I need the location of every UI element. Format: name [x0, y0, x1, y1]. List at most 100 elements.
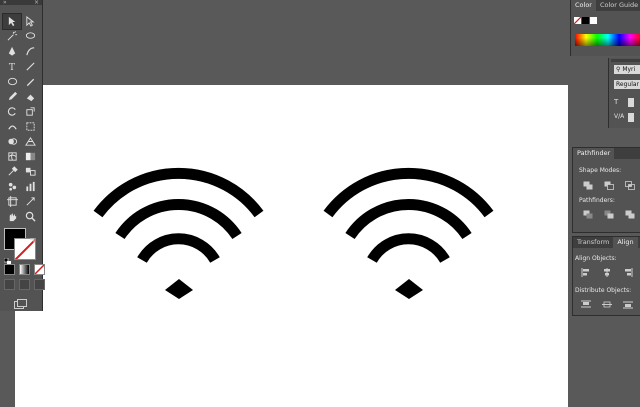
- fill-stroke-swatches: [574, 17, 597, 24]
- eyedropper-tool-icon[interactable]: [3, 164, 21, 179]
- none-mode-icon[interactable]: [34, 264, 45, 275]
- tab-transform[interactable]: Transform: [573, 237, 613, 248]
- tools-panel: » × T: [0, 0, 45, 313]
- tab-pathfinder[interactable]: Pathfinder: [573, 148, 615, 159]
- screen-mode-icon[interactable]: [14, 294, 27, 313]
- perspective-grid-tool-icon[interactable]: [21, 134, 39, 149]
- drawing-mode-row: [4, 279, 45, 290]
- font-search-input[interactable]: ⚲ Myri: [614, 65, 640, 74]
- wifi-artwork: [93, 167, 494, 299]
- blend-tool-icon[interactable]: [21, 164, 39, 179]
- character-panel: ⚲ Myri Regular T V/A: [608, 58, 640, 128]
- wifi-icon-left[interactable]: [93, 167, 264, 299]
- pen-tool-icon[interactable]: [3, 44, 21, 59]
- pathfinders-label: Pathfinders:: [579, 197, 615, 204]
- symbol-sprayer-tool-icon[interactable]: [3, 179, 21, 194]
- wifi-right-arc-2[interactable]: [345, 198, 472, 240]
- trim-icon[interactable]: [604, 210, 614, 219]
- wifi-left-arc-2[interactable]: [115, 198, 242, 240]
- zoom-tool-icon[interactable]: [21, 209, 39, 224]
- paintbrush-tool-icon[interactable]: [21, 74, 39, 89]
- divide-icon[interactable]: [583, 210, 593, 219]
- unite-icon[interactable]: [583, 181, 593, 190]
- color-spectrum-bar[interactable]: [575, 34, 640, 46]
- mesh-tool-icon[interactable]: [3, 149, 21, 164]
- collapse-icon[interactable]: »: [3, 0, 7, 6]
- align-horizontal-center-icon[interactable]: [602, 268, 612, 277]
- swap-fill-stroke-icon[interactable]: [29, 229, 36, 243]
- character-panel-header[interactable]: [611, 59, 640, 62]
- shape-modes-label: Shape Modes:: [579, 167, 622, 174]
- direct-selection-tool-icon[interactable]: [21, 14, 39, 29]
- type-tool-icon[interactable]: T: [3, 59, 21, 74]
- eraser-tool-icon[interactable]: [21, 89, 39, 104]
- draw-inside-icon[interactable]: [34, 279, 45, 290]
- merge-icon[interactable]: [625, 210, 635, 219]
- draw-normal-icon[interactable]: [4, 279, 15, 290]
- scale-tool-icon[interactable]: [21, 104, 39, 119]
- font-style-select[interactable]: Regular: [614, 80, 640, 89]
- tab-align[interactable]: Align: [613, 237, 638, 248]
- distribute-objects-row: [581, 300, 633, 309]
- pathfinder-tabs: Pathfinder: [573, 148, 640, 159]
- color-mode-row: [4, 264, 45, 275]
- tool-grid: T: [2, 13, 39, 224]
- color-mode-icon[interactable]: [4, 264, 15, 275]
- wifi-right-dot[interactable]: [395, 279, 423, 299]
- artboard[interactable]: [15, 85, 568, 407]
- font-size-stepper[interactable]: [628, 98, 634, 107]
- align-objects-label: Align Objects:: [575, 255, 617, 262]
- minus-front-icon[interactable]: [604, 181, 614, 190]
- white-swatch[interactable]: [590, 17, 597, 24]
- color-panel: Color Color Guide: [570, 0, 640, 56]
- black-swatch[interactable]: [582, 17, 589, 24]
- distribute-top-icon[interactable]: [581, 300, 591, 309]
- align-panel-tabs: Transform Align: [573, 237, 640, 248]
- align-panel: Transform Align Align Objects: Distribut…: [572, 236, 640, 316]
- pencil-tool-icon[interactable]: [3, 89, 21, 104]
- kerning-stepper[interactable]: [628, 113, 634, 122]
- magic-wand-tool-icon[interactable]: [3, 29, 21, 44]
- slice-tool-icon[interactable]: [21, 194, 39, 209]
- warp-tool-icon[interactable]: [3, 119, 21, 134]
- wifi-icon-right[interactable]: [323, 167, 494, 299]
- gradient-mode-icon[interactable]: [19, 264, 30, 275]
- gradient-tool-icon[interactable]: [21, 149, 39, 164]
- wifi-right-arc-3[interactable]: [367, 233, 450, 263]
- artboard-tool-icon[interactable]: [3, 194, 21, 209]
- svg-text:T: T: [8, 62, 15, 72]
- intersect-icon[interactable]: [625, 181, 635, 190]
- tab-color[interactable]: Color: [571, 0, 596, 11]
- align-left-icon[interactable]: [581, 268, 591, 277]
- distribute-objects-label: Distribute Objects:: [575, 287, 632, 294]
- kerning-icon: V/A: [614, 113, 625, 120]
- lasso-tool-icon[interactable]: [21, 29, 39, 44]
- line-segment-tool-icon[interactable]: [21, 59, 39, 74]
- selection-tool-icon[interactable]: [2, 13, 22, 30]
- align-objects-row: [581, 268, 633, 277]
- distribute-vertical-center-icon[interactable]: [602, 300, 612, 309]
- distribute-bottom-icon[interactable]: [623, 300, 633, 309]
- color-panel-tabs: Color Color Guide: [571, 0, 640, 11]
- free-transform-tool-icon[interactable]: [21, 119, 39, 134]
- shape-modes-row: [583, 181, 635, 190]
- wifi-left-arc-3[interactable]: [137, 233, 220, 263]
- tools-panel-header[interactable]: » ×: [0, 0, 42, 6]
- tab-color-guide[interactable]: Color Guide: [596, 0, 640, 11]
- pathfinder-panel: Pathfinder Shape Modes: Pathfinders:: [572, 147, 640, 233]
- pathfinders-row: [583, 210, 635, 219]
- font-size-icon: T: [614, 98, 619, 106]
- wifi-left-dot[interactable]: [165, 279, 193, 299]
- shape-builder-tool-icon[interactable]: [3, 134, 21, 149]
- font-search-value: Myri: [622, 66, 636, 73]
- ellipse-tool-icon[interactable]: [3, 74, 21, 89]
- rotate-tool-icon[interactable]: [3, 104, 21, 119]
- curvature-tool-icon[interactable]: [21, 44, 39, 59]
- align-right-icon[interactable]: [623, 268, 633, 277]
- draw-behind-icon[interactable]: [19, 279, 30, 290]
- default-colors-icon[interactable]: [3, 250, 11, 265]
- column-graph-tool-icon[interactable]: [21, 179, 39, 194]
- none-swatch[interactable]: [574, 17, 581, 24]
- close-icon[interactable]: ×: [34, 0, 39, 6]
- hand-tool-icon[interactable]: [3, 209, 21, 224]
